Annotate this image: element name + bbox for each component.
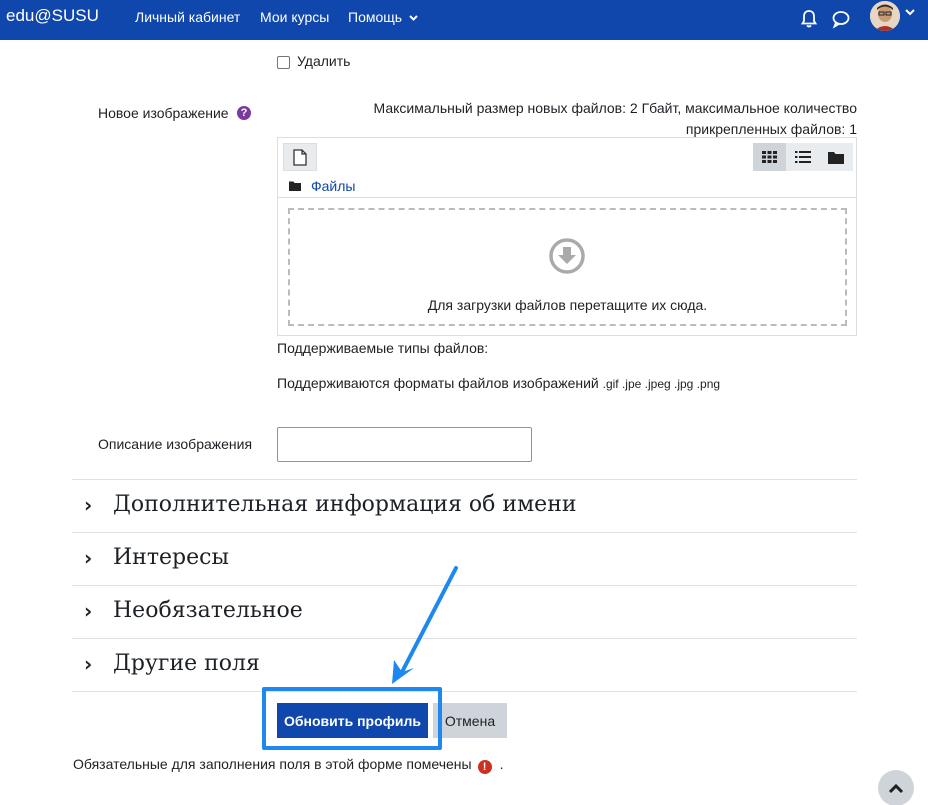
list-icon [794, 151, 811, 163]
file-dropzone[interactable]: Для загрузки файлов перетащите их сюда. [288, 208, 847, 326]
image-description-label: Описание изображения [98, 436, 253, 452]
dropzone-text: Для загрузки файлов перетащите их сюда. [427, 297, 708, 313]
folder-icon [827, 151, 844, 164]
section-title: Дополнительная информация об имени [113, 492, 577, 517]
view-switcher [753, 143, 853, 171]
folder-icon [289, 181, 301, 191]
question-icon[interactable]: ? [237, 106, 251, 120]
supported-formats: Поддерживаются форматы файлов изображени… [277, 375, 720, 391]
view-tree-button[interactable] [819, 143, 852, 171]
required-note-text: Обязательные для заполнения поля в этой … [73, 756, 472, 772]
bell-icon[interactable] [798, 8, 820, 30]
path-files-link[interactable]: Файлы [311, 178, 355, 194]
section-optional[interactable]: › Необязательное [84, 598, 303, 623]
nav-link-help-label: Помощь [348, 9, 403, 25]
delete-image-checkbox[interactable] [277, 56, 290, 69]
divider [72, 479, 857, 480]
grid-icon [762, 151, 777, 163]
file-path: Файлы [289, 178, 355, 194]
divider [278, 197, 856, 198]
max-size-line-1: Максимальный размер новых файлов: 2 Гбай… [373, 100, 857, 116]
nav-link-help[interactable]: Помощь [348, 9, 418, 25]
cancel-button[interactable]: Отмена [433, 703, 507, 738]
supported-formats-extensions: .gif .jpe .jpeg .jpg .png [602, 377, 721, 391]
supported-types-label: Поддерживаемые типы файлов: [277, 340, 489, 356]
section-name-info[interactable]: › Дополнительная информация об имени [84, 492, 577, 517]
avatar-image [870, 1, 900, 31]
chevron-down-icon [409, 15, 418, 21]
annotation-arrow [392, 566, 458, 684]
nav-link-my-courses[interactable]: Мои курсы [260, 9, 329, 25]
max-size-info: Максимальный размер новых файлов: 2 Гбай… [300, 98, 857, 140]
nav-link-dashboard[interactable]: Личный кабинет [135, 9, 240, 25]
image-description-input[interactable] [277, 427, 532, 462]
section-title: Другие поля [113, 651, 260, 676]
required-note-dot: . [499, 756, 504, 772]
annotation-highlight-box [262, 687, 442, 750]
avatar[interactable] [870, 1, 900, 31]
divider [72, 532, 857, 533]
top-navbar: edu@SUSU Личный кабинет Мои курсы Помощь [0, 0, 928, 40]
section-title: Необязательное [113, 598, 303, 623]
chevron-up-icon [888, 783, 904, 793]
download-arrow-icon [549, 238, 585, 274]
view-grid-button[interactable] [753, 143, 786, 171]
section-title: Интересы [113, 545, 229, 570]
new-image-label: Новое изображение [98, 105, 229, 121]
chevron-right-icon: › [84, 492, 93, 517]
section-interests[interactable]: › Интересы [84, 545, 229, 570]
section-other-fields[interactable]: › Другие поля [84, 651, 260, 676]
chat-icon[interactable] [830, 8, 852, 30]
back-to-top-button[interactable] [878, 770, 914, 805]
user-menu-chevron-icon[interactable] [905, 9, 915, 16]
chevron-right-icon: › [84, 545, 93, 570]
site-brand[interactable]: edu@SUSU [6, 6, 99, 26]
file-icon [293, 148, 307, 166]
delete-image-label: Удалить [297, 53, 351, 69]
chevron-right-icon: › [84, 651, 93, 676]
add-file-button[interactable] [283, 143, 317, 171]
file-manager-toolbar: Файлы [278, 138, 856, 194]
required-icon: ! [477, 760, 492, 774]
required-fields-note: Обязательные для заполнения поля в этой … [73, 756, 503, 774]
view-list-button[interactable] [786, 143, 819, 171]
supported-formats-text: Поддерживаются форматы файлов изображени… [277, 375, 599, 391]
file-manager: Файлы Для загрузки файлов перетащите их … [277, 137, 857, 336]
chevron-right-icon: › [84, 598, 93, 623]
